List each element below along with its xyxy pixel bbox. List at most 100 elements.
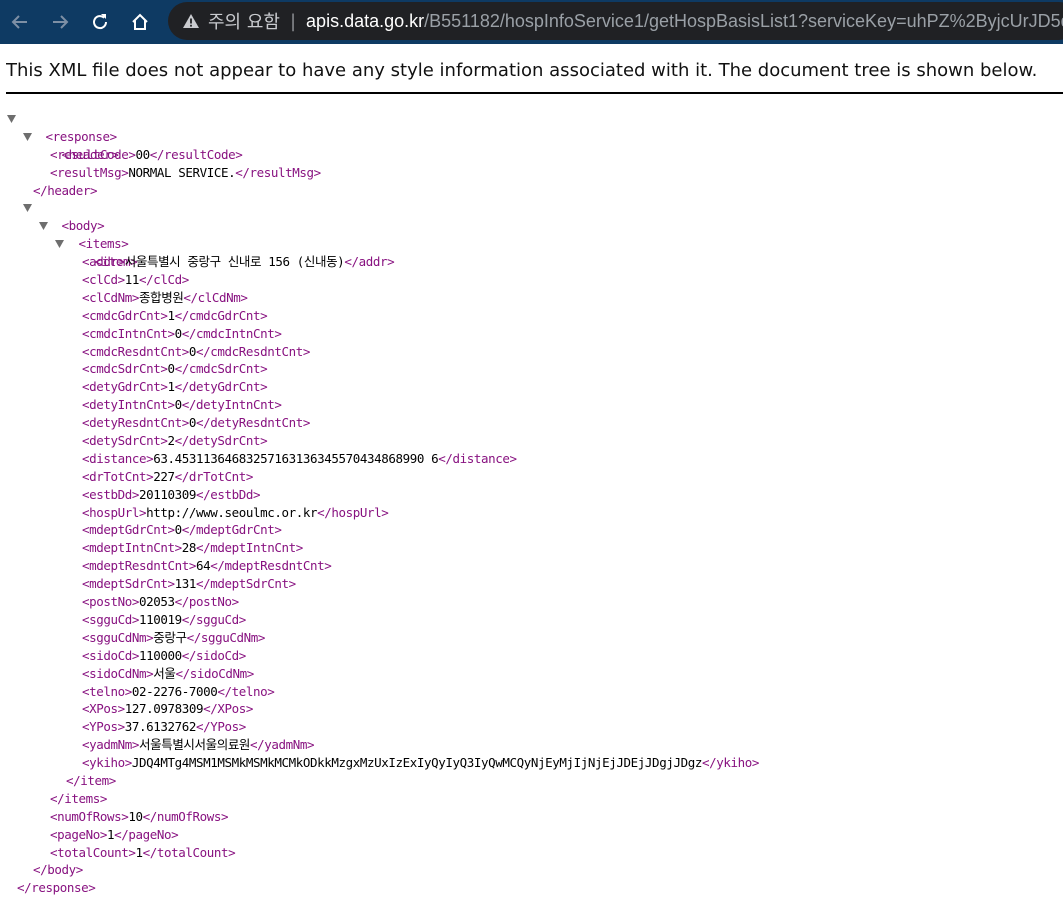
home-button[interactable]	[124, 6, 156, 38]
xml-open-tag: <cmdcSdrCnt>	[82, 361, 168, 377]
collapse-toggle-body[interactable]	[21, 202, 33, 214]
xml-line-ykiho: <ykiho>JDQ4MTg4MSM1MSMkMSMkMCMkODkkMzgxM…	[0, 754, 1063, 772]
xml-close-tag: </sidoCdNm>	[175, 665, 254, 681]
collapse-toggle-item[interactable]	[53, 238, 65, 250]
xml-line-XPos: <XPos>127.0978309</XPos>	[0, 700, 1063, 718]
xml-line-YPos: <YPos>37.6132762</YPos>	[0, 718, 1063, 736]
xml-tag: </item>	[66, 772, 116, 788]
xml-close-tag: </clCd>	[139, 272, 189, 288]
xml-open-tag: <sidoCd>	[82, 647, 140, 663]
xml-value: 0	[174, 325, 183, 341]
xml-line-cmdcSdrCnt: <cmdcSdrCnt>0</cmdcSdrCnt>	[0, 360, 1063, 378]
url-separator: |	[289, 10, 297, 32]
xml-line-detyResdntCnt: <detyResdntCnt>0</detyResdntCnt>	[0, 414, 1063, 432]
triangle-down-icon	[22, 204, 32, 213]
xml-tag: </items>	[50, 790, 108, 806]
browser-toolbar: 주의 요함 | apis.data.go.kr /B551182/hospInf…	[0, 0, 1063, 44]
xml-value: 00	[135, 146, 151, 162]
triangle-down-icon	[54, 240, 64, 249]
xml-open-tag: <sgguCd>	[82, 611, 140, 627]
xml-line-addr: <addr>서울특별시 중랑구 신내로 156 (신내동)</addr>	[0, 253, 1063, 271]
xml-close-tag: </YPos>	[196, 719, 246, 735]
xml-line-postNo: <postNo>02053</postNo>	[0, 593, 1063, 611]
xml-line-mdeptResdntCnt: <mdeptResdntCnt>64</mdeptResdntCnt>	[0, 557, 1063, 575]
xml-value: 0	[174, 522, 183, 538]
xml-open-tag: <detyGdrCnt>	[82, 379, 168, 395]
xml-line-response-open: <response>	[0, 110, 1063, 144]
xml-line-estbDd: <estbDd>20110309</estbDd>	[0, 486, 1063, 504]
xml-open-tag: <detyResdntCnt>	[82, 415, 189, 431]
xml-close-tag: </mdeptIntnCnt>	[196, 540, 303, 556]
xml-line-sidoCdNm: <sidoCdNm>서울</sidoCdNm>	[0, 665, 1063, 683]
xml-close-tag: </resultCode>	[149, 146, 243, 162]
xml-line-resultMsg: <resultMsg>NORMAL SERVICE.</resultMsg>	[0, 164, 1063, 182]
xml-line-items-close: </items>	[0, 790, 1063, 808]
url-host: apis.data.go.kr	[306, 10, 425, 31]
xml-value: 종합병원	[139, 289, 184, 305]
forward-button[interactable]	[44, 6, 76, 38]
xml-close-tag: </cmdcGdrCnt>	[174, 307, 268, 323]
xml-value: 0	[188, 415, 197, 431]
xml-open-tag: <YPos>	[82, 719, 125, 735]
no-style-info-banner: This XML file does not appear to have an…	[6, 60, 1038, 81]
xml-open-tag: <sidoCdNm>	[82, 665, 154, 681]
collapse-toggle-items[interactable]	[37, 220, 49, 232]
collapse-toggle-response[interactable]	[5, 113, 17, 125]
xml-close-tag: </sidoCd>	[181, 647, 247, 663]
xml-open-tag: <mdeptIntnCnt>	[82, 540, 182, 556]
xml-line-hospUrl: <hospUrl>http://www.seoulmc.or.kr</hospU…	[0, 504, 1063, 522]
xml-open-tag: <sgguCdNm>	[82, 629, 154, 645]
security-status-label[interactable]: 주의 요함	[208, 8, 280, 34]
xml-close-tag: </distance>	[438, 450, 517, 466]
xml-open-tag: <mdeptSdrCnt>	[82, 576, 175, 592]
xml-open-tag: <mdeptResdntCnt>	[82, 558, 197, 574]
xml-value: 0	[167, 361, 176, 377]
xml-line-distance: <distance>63.453113646832571631363455704…	[0, 450, 1063, 468]
xml-close-tag: </estbDd>	[196, 486, 261, 502]
reload-icon	[93, 14, 108, 30]
banner-divider	[6, 92, 1063, 94]
xml-value: 서울특별시 중랑구 신내로 156 (신내동)	[124, 254, 345, 270]
xml-document-tree: <response> <header> <resultCode>00</resu…	[0, 110, 1063, 897]
xml-open-tag: <yadmNm>	[82, 737, 140, 753]
triangle-down-icon	[22, 132, 32, 141]
xml-value: 63.45311364683257163136345570434868990 6	[153, 450, 439, 466]
xml-open-tag: <cmdcGdrCnt>	[82, 307, 168, 323]
xml-open-tag: <ykiho>	[82, 755, 132, 771]
xml-line-mdeptSdrCnt: <mdeptSdrCnt>131</mdeptSdrCnt>	[0, 575, 1063, 593]
xml-close-tag: </detyResdntCnt>	[196, 415, 311, 431]
xml-value: 1	[167, 379, 176, 395]
xml-open-tag: <telno>	[82, 683, 132, 699]
xml-line-item-open: <item>	[0, 235, 1063, 269]
xml-open-tag: <addr>	[82, 254, 125, 270]
address-bar[interactable]: 주의 요함 | apis.data.go.kr /B551182/hospInf…	[168, 2, 1063, 40]
xml-value: 37.6132762	[124, 719, 197, 735]
xml-line-body-open: <body>	[0, 199, 1063, 233]
xml-value: 서울	[153, 665, 176, 681]
xml-line-clCdNm: <clCdNm>종합병원</clCdNm>	[0, 289, 1063, 307]
xml-value: 0	[188, 343, 197, 359]
xml-value: 28	[181, 540, 197, 556]
xml-close-tag: </telno>	[217, 683, 275, 699]
xml-close-tag: </detySdrCnt>	[174, 433, 268, 449]
collapse-toggle-header[interactable]	[21, 131, 33, 143]
xml-line-response-close: </response>	[0, 879, 1063, 897]
xml-value: 11	[124, 272, 140, 288]
back-button[interactable]	[4, 6, 36, 38]
xml-open-tag: <numOfRows>	[50, 808, 129, 824]
xml-open-tag: <resultCode>	[50, 146, 136, 162]
xml-line-detyIntnCnt: <detyIntnCnt>0</detyIntnCnt>	[0, 396, 1063, 414]
reload-button[interactable]	[84, 6, 116, 38]
xml-close-tag: </hospUrl>	[317, 504, 389, 520]
xml-close-tag: </detyGdrCnt>	[174, 379, 268, 395]
xml-value: 1	[135, 844, 144, 860]
warning-icon	[182, 12, 200, 30]
xml-value: 227	[153, 468, 175, 484]
xml-line-cmdcGdrCnt: <cmdcGdrCnt>1</cmdcGdrCnt>	[0, 307, 1063, 325]
xml-close-tag: </resultMsg>	[235, 164, 321, 180]
xml-value: 02053	[139, 594, 175, 610]
arrow-right-icon	[53, 15, 69, 29]
xml-value: 1	[167, 307, 176, 323]
xml-open-tag: <mdeptGdrCnt>	[82, 522, 175, 538]
xml-line-cmdcResdntCnt: <cmdcResdntCnt>0</cmdcResdntCnt>	[0, 343, 1063, 361]
